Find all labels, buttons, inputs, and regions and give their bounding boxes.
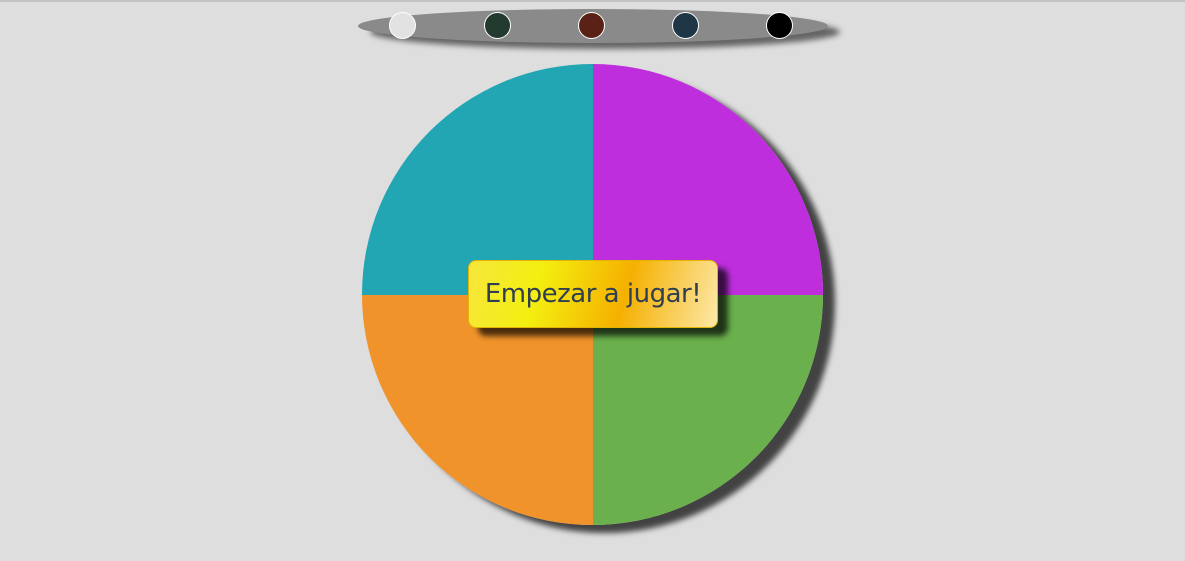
- top-border: [0, 0, 1185, 2]
- quadrant-bottom-right[interactable]: [592, 294, 823, 525]
- swatch-dark-slate[interactable]: [672, 12, 699, 39]
- quadrant-bottom-left[interactable]: [362, 294, 593, 525]
- swatch-black[interactable]: [766, 12, 793, 39]
- swatch-light-gray[interactable]: [389, 12, 416, 39]
- color-palette-bar: [358, 9, 828, 43]
- swatch-dark-green[interactable]: [484, 12, 511, 39]
- start-game-button[interactable]: Empezar a jugar!: [468, 260, 718, 328]
- swatch-dark-brown[interactable]: [578, 12, 605, 39]
